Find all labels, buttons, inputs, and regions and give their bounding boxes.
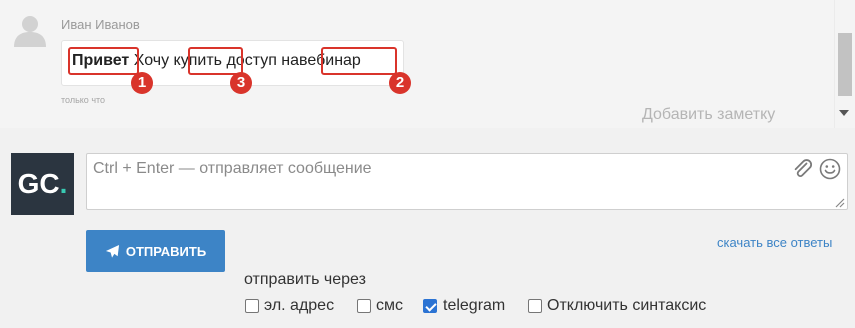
annotation-badge-3: 3 [230, 72, 252, 94]
annotation-badge-2: 2 [389, 72, 411, 94]
email-checkbox[interactable] [245, 299, 259, 313]
logo-dot: . [59, 168, 68, 199]
send-icon [105, 244, 119, 258]
smile-icon[interactable] [819, 158, 841, 180]
send-button[interactable]: ОТПРАВИТЬ [86, 230, 225, 272]
annotation-badge-1: 1 [131, 72, 153, 94]
option-label: Отключить синтаксис [547, 297, 707, 314]
sms-checkbox[interactable] [357, 299, 371, 313]
option-label: эл. адрес [264, 297, 335, 314]
option-label: telegram [443, 297, 506, 314]
message-author: Иван Иванов [61, 17, 140, 32]
message-timestamp: только что [61, 95, 106, 105]
disable-syntax-checkbox[interactable] [528, 299, 542, 313]
highlight-box-2 [321, 47, 397, 75]
highlight-box-1 [68, 47, 139, 75]
resize-handle-icon[interactable] [834, 197, 845, 208]
logo-text: GC [17, 168, 60, 199]
download-all-replies-link[interactable]: скачать все ответы [717, 235, 832, 250]
highlight-box-3 [188, 47, 243, 75]
send-button-label: ОТПРАВИТЬ [125, 243, 207, 259]
send-via-label: отправить через [244, 271, 366, 288]
gc-logo: GC. [11, 153, 74, 215]
option-label: смс [376, 297, 403, 314]
paperclip-icon[interactable] [790, 157, 814, 181]
telegram-checkbox[interactable] [423, 299, 437, 313]
add-note-link[interactable]: Добавить заметку [642, 106, 775, 124]
scrollbar-thumb[interactable] [838, 33, 852, 96]
user-avatar-icon [14, 16, 46, 47]
message-input-placeholder: Ctrl + Enter — отправляет сообщение [93, 160, 372, 177]
scroll-down-arrow-icon[interactable] [839, 110, 849, 116]
message-word: Хочу [133, 52, 170, 69]
